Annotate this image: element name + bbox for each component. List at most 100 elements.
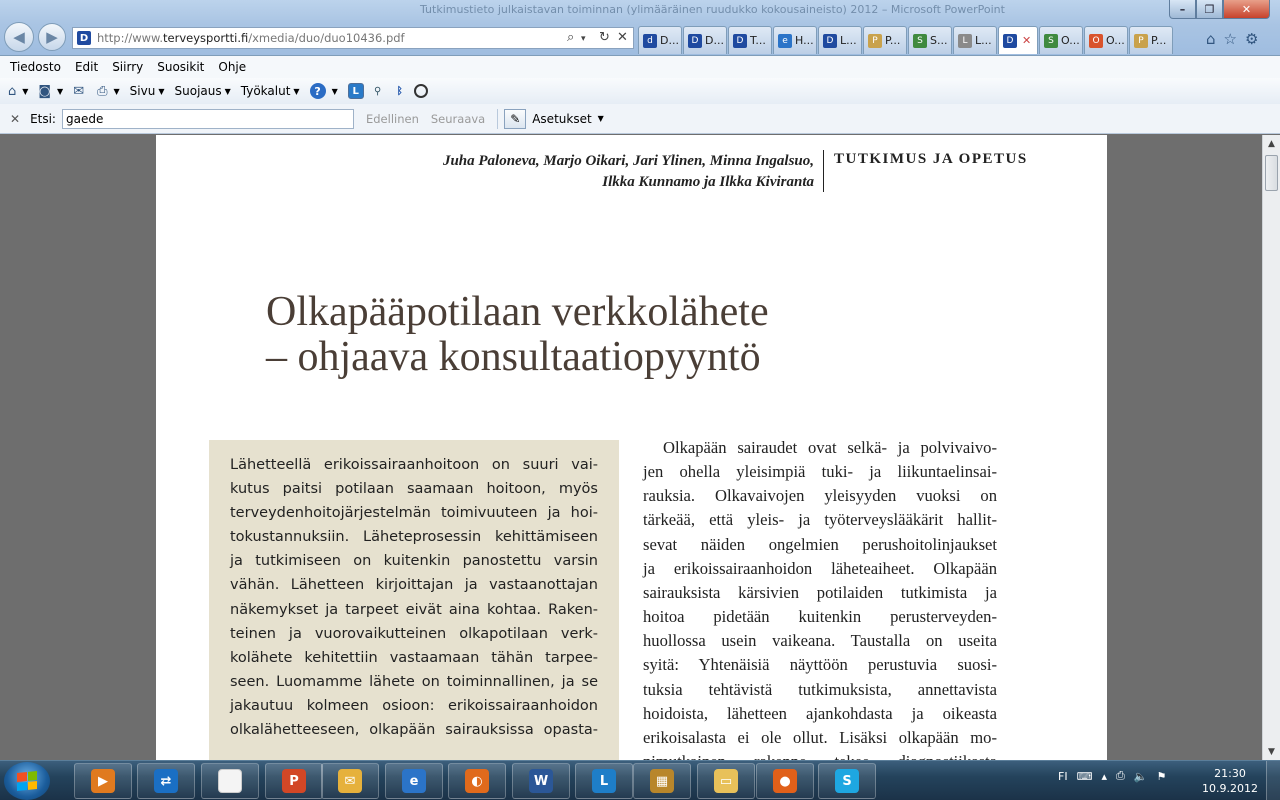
taskbar-button[interactable]: ▶ <box>74 763 132 799</box>
print-button[interactable]: ⎙ ▼ <box>97 84 120 99</box>
language-indicator[interactable]: FI <box>1058 770 1068 783</box>
scroll-thumb[interactable] <box>1265 155 1278 191</box>
find-options-button[interactable]: ✎ Asetukset ▼ <box>504 108 604 129</box>
browser-tab[interactable]: D L... <box>818 26 862 54</box>
abstract-line: ja tutkimiseen on kuitenkin panostettu v… <box>230 553 598 570</box>
tab-favicon-icon: P <box>1134 33 1148 48</box>
taskbar-button[interactable]: ◐ <box>448 763 506 799</box>
vertical-scrollbar[interactable]: ▲ ▼ <box>1262 135 1280 760</box>
bluetooth-icon[interactable]: ᛒ <box>392 83 408 99</box>
help-menu[interactable]: ? ▼ <box>309 83 338 99</box>
find-input[interactable] <box>61 108 354 129</box>
tab-close-icon[interactable]: ✕ <box>1022 34 1031 47</box>
close-window-button[interactable]: ✕ <box>1223 0 1270 19</box>
taskbar-button[interactable]: S <box>818 763 876 799</box>
forward-button[interactable]: ▶ <box>38 23 66 51</box>
taskbar-button[interactable]: L <box>575 763 633 799</box>
home-button[interactable]: ⌂ ▼ <box>8 84 28 99</box>
menu-item[interactable]: Ohje <box>218 60 246 74</box>
browser-tab[interactable]: O O... <box>1084 26 1128 54</box>
section-label: TUTKIMUS JA OPETUS <box>834 151 1028 167</box>
article-authors: Juha Paloneva, Marjo Oikari, Jari Ylinen… <box>442 153 814 190</box>
page-menu[interactable]: Sivu ▼ <box>130 84 165 98</box>
browser-tab[interactable]: P P... <box>1129 26 1173 54</box>
star-icon[interactable]: ☆ <box>1224 30 1237 48</box>
minimize-button[interactable]: – <box>1169 0 1196 19</box>
safety-menu[interactable]: Suojaus ▼ <box>175 84 231 98</box>
show-hidden-icons-icon[interactable]: ▴ <box>1101 770 1107 783</box>
clock[interactable]: 21:30 10.9.2012 <box>1200 766 1260 796</box>
stop-icon[interactable]: ✕ <box>617 30 628 45</box>
find-bar: ✕ Etsi: Edellinen Seuraava ✎ Asetukset ▼ <box>0 104 1280 134</box>
browser-tab[interactable]: d D... <box>638 26 682 54</box>
abstract-line: jakautuu kolmeen osioon: erikoissairaanh… <box>230 697 598 714</box>
browser-tab[interactable]: D T... <box>728 26 772 54</box>
body-line: erikoisalasta ei ole ollut. Lisäksi olka… <box>643 727 997 747</box>
pdf-viewer[interactable]: Juha Paloneva, Marjo Oikari, Jari Ylinen… <box>0 135 1262 760</box>
abstract-line: vähän. Lähetteen kirjoittajan ja vastaan… <box>230 577 598 594</box>
browser-tab[interactable]: S O... <box>1039 26 1083 54</box>
taskbar-button[interactable]: ▭ <box>697 763 755 799</box>
search-icon[interactable]: ⌕ <box>567 30 574 45</box>
scroll-up-arrow-icon[interactable]: ▲ <box>1263 135 1280 152</box>
show-desktop-button[interactable] <box>1266 761 1280 800</box>
menu-item[interactable]: Tiedosto <box>10 60 61 74</box>
find-previous-button[interactable]: Edellinen <box>366 112 419 126</box>
dropdown-caret-icon[interactable]: ▾ <box>581 34 586 44</box>
usb-device-icon[interactable]: ⎙ <box>1116 769 1125 783</box>
taskbar-button[interactable]: ▦ <box>633 763 691 799</box>
browser-tab[interactable]: P P... <box>863 26 907 54</box>
tab-favicon-icon: O <box>1089 33 1103 48</box>
start-button[interactable] <box>4 762 50 800</box>
lync-icon: L <box>592 769 616 793</box>
taskbar-button[interactable]: e <box>385 763 443 799</box>
tab-favicon-icon: d <box>643 33 657 48</box>
taskbar-button[interactable]: ✉ <box>321 763 379 799</box>
browser-tab[interactable]: D ✕ <box>998 26 1038 54</box>
help-icon: ? <box>309 83 326 99</box>
taskbar-button[interactable]: ● <box>756 763 814 799</box>
browser-tab[interactable]: e H... <box>773 26 817 54</box>
tab-favicon-icon: D <box>1003 33 1017 48</box>
title-bar: Tutkimustieto julkaistavan toiminnan (yl… <box>0 0 1280 56</box>
back-button[interactable]: ◀ <box>4 22 34 52</box>
close-find-button[interactable]: ✕ <box>10 112 20 126</box>
mail-icon: ✉ <box>73 83 85 99</box>
tab-favicon-icon: S <box>913 33 927 48</box>
read-mail-button[interactable]: ✉ <box>73 84 87 99</box>
home-icon[interactable]: ⌂ <box>1206 30 1216 48</box>
action-center-flag-icon[interactable]: ⚑ <box>1157 770 1167 783</box>
blank-document-icon <box>218 769 242 793</box>
body-line: hoitoa pidetään kuitenkin perusterveyden… <box>643 607 997 627</box>
site-favicon-icon: D <box>77 31 91 45</box>
feeds-button[interactable]: ◙ ▼ <box>38 84 63 99</box>
menu-item[interactable]: Suosikit <box>157 60 204 74</box>
taskbar-button[interactable]: W <box>512 763 570 799</box>
gear-icon[interactable]: ⚙ <box>1245 30 1258 48</box>
browser-tab[interactable]: S S... <box>908 26 952 54</box>
addon-circle-icon[interactable] <box>413 84 428 98</box>
browser-tab[interactable]: D D... <box>683 26 727 54</box>
scroll-down-arrow-icon[interactable]: ▼ <box>1263 743 1280 760</box>
find-next-button[interactable]: Seuraava <box>431 112 485 126</box>
address-bar[interactable]: D http://www.terveysportti.fi/xmedia/duo… <box>72 27 634 49</box>
keyboard-icon[interactable]: ⌨ <box>1077 770 1093 783</box>
research-addon-icon[interactable]: ⚲ <box>370 83 386 99</box>
browser-tab[interactable]: L L... <box>953 26 997 54</box>
address-url[interactable]: http://www.terveysportti.fi/xmedia/duo/d… <box>97 31 405 45</box>
abstract-line: seen. Luomamme lähete on toiminnallinen,… <box>230 673 598 690</box>
menu-item[interactable]: Edit <box>75 60 98 74</box>
tools-menu[interactable]: Työkalut ▼ <box>241 84 300 98</box>
maximize-button[interactable]: ❐ <box>1196 0 1223 19</box>
calculator-icon: ▦ <box>650 769 674 793</box>
refresh-icon[interactable]: ↻ <box>599 30 610 45</box>
body-line: rauksia. Olkavaivojen yleisyyden vuoksi … <box>643 486 997 506</box>
taskbar-button[interactable]: ⇄ <box>137 763 195 799</box>
taskbar-button[interactable] <box>201 763 259 799</box>
menu-item[interactable]: Siirry <box>112 60 143 74</box>
body-text-column: Olkapään sairaudet ovat selkä- ja polviv… <box>643 436 997 760</box>
lync-addon-icon[interactable]: L <box>347 83 364 99</box>
article-title: Olkapääpotilaan verkkolähete – ohjaava k… <box>266 289 769 380</box>
taskbar-button[interactable]: P <box>265 763 323 799</box>
volume-icon[interactable]: 🔈 <box>1134 770 1148 783</box>
